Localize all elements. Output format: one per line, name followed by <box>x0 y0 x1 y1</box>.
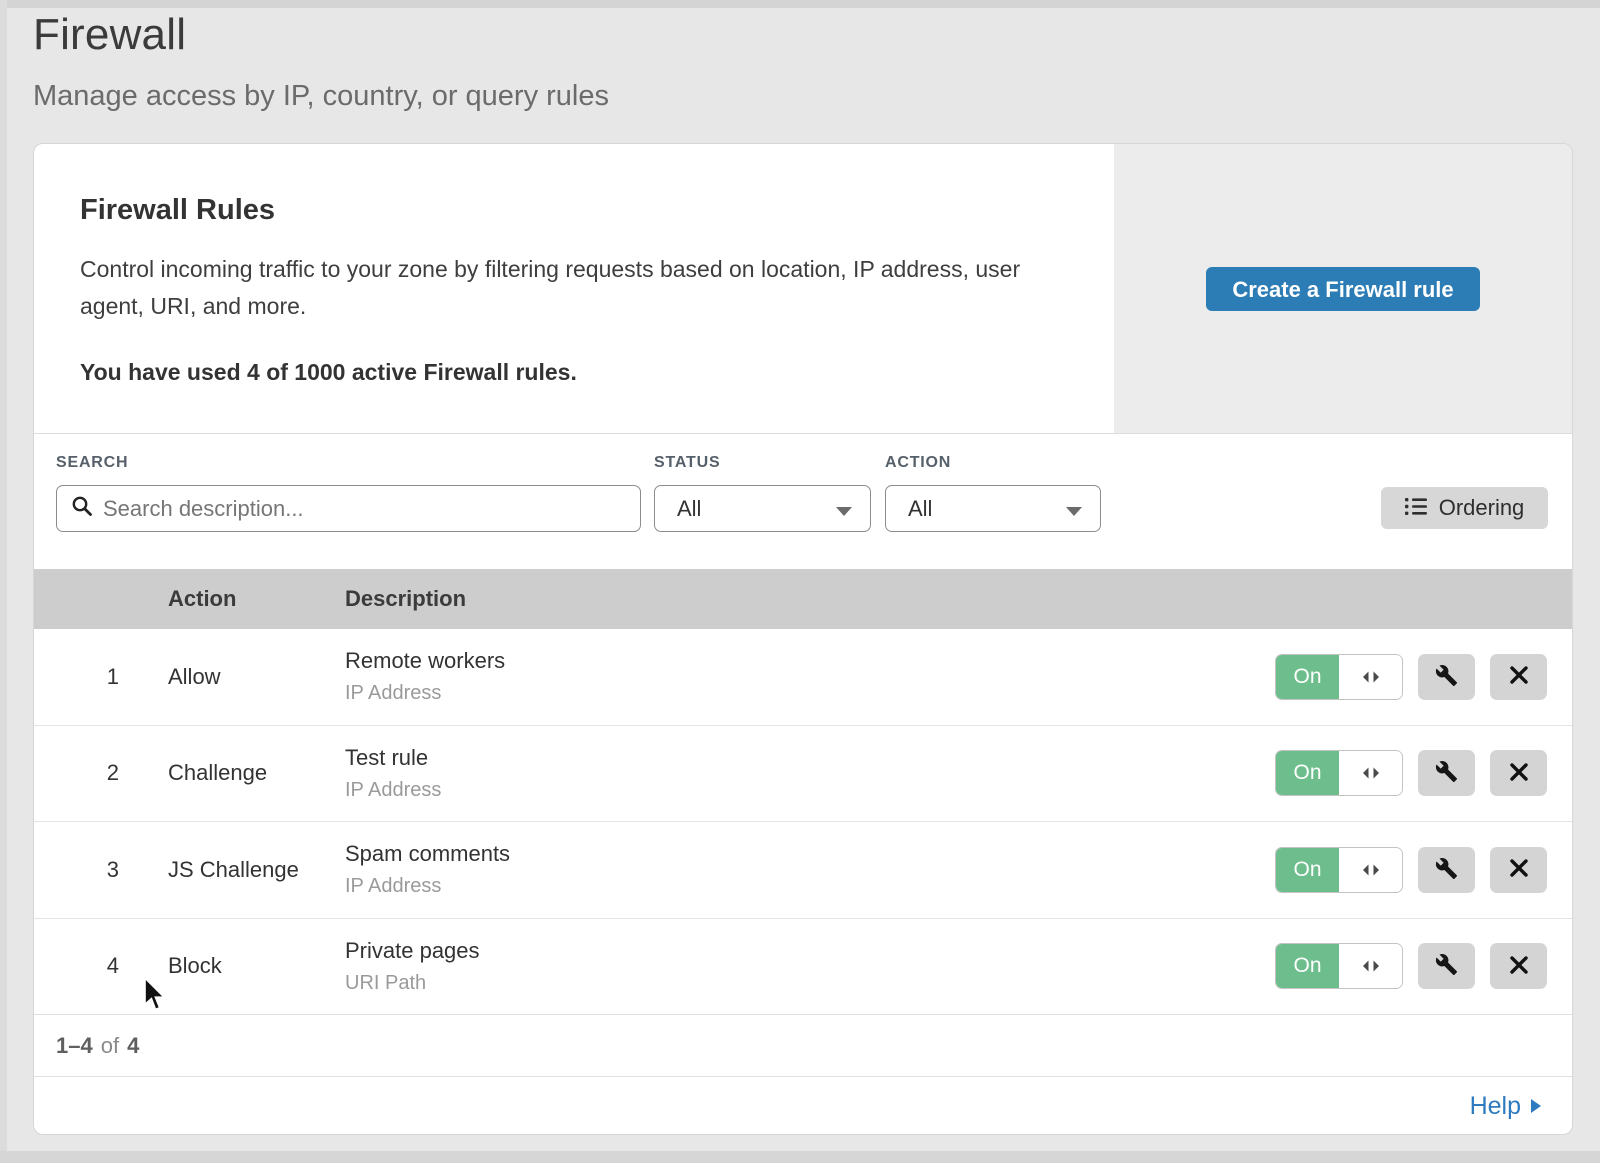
rules-summary-section: Firewall Rules Control incoming traffic … <box>34 144 1572 434</box>
wrench-icon <box>1435 760 1458 786</box>
rule-priority: 3 <box>34 857 119 883</box>
action-label: ACTION <box>885 454 951 472</box>
edit-rule-button[interactable] <box>1418 750 1475 796</box>
card-footer: Help <box>34 1076 1572 1135</box>
table-header-row: Action Description <box>34 569 1572 629</box>
close-icon <box>1509 858 1529 881</box>
search-label: SEARCH <box>56 454 128 472</box>
search-box <box>56 485 641 532</box>
window-top-edge <box>0 0 1600 8</box>
page-title: Firewall <box>33 10 609 60</box>
rule-priority: 4 <box>34 953 119 979</box>
delete-rule-button[interactable] <box>1490 750 1547 796</box>
pagination-bar: 1–4 of 4 <box>34 1014 1572 1076</box>
close-icon <box>1509 955 1529 978</box>
ordering-button[interactable]: Ordering <box>1381 487 1548 529</box>
rule-enabled-toggle[interactable]: On <box>1275 654 1403 700</box>
toggle-on-label: On <box>1276 848 1339 892</box>
create-rule-panel: Create a Firewall rule <box>1114 144 1572 433</box>
edit-rule-button[interactable] <box>1418 943 1475 989</box>
help-link[interactable]: Help <box>1470 1092 1542 1121</box>
list-icon <box>1405 495 1427 521</box>
action-select-value: All <box>908 496 932 522</box>
table-row: 4 Block Private pages URI Path On <box>34 918 1572 1015</box>
window-bottom-edge <box>0 1151 1600 1163</box>
delete-rule-button[interactable] <box>1490 943 1547 989</box>
toggle-on-label: On <box>1276 751 1339 795</box>
rule-description: Private pages <box>345 938 1275 964</box>
toggle-arrows-icon <box>1339 655 1402 699</box>
rule-enabled-toggle[interactable]: On <box>1275 847 1403 893</box>
rule-description: Remote workers <box>345 648 1275 674</box>
pagination-total: 4 <box>127 1033 139 1059</box>
rule-controls: On <box>1275 750 1547 796</box>
window-left-edge <box>0 0 7 1163</box>
rule-action: Block <box>168 953 345 979</box>
rule-description-cell: Spam comments IP Address <box>345 841 1275 898</box>
wrench-icon <box>1435 664 1458 690</box>
pagination-of: of <box>101 1033 119 1059</box>
rule-controls: On <box>1275 654 1547 700</box>
status-label: STATUS <box>654 454 720 472</box>
edit-rule-button[interactable] <box>1418 847 1475 893</box>
close-icon <box>1509 762 1529 785</box>
rule-description-cell: Test rule IP Address <box>345 745 1275 802</box>
search-input[interactable] <box>103 496 626 522</box>
rule-controls: On <box>1275 847 1547 893</box>
status-select-value: All <box>677 496 701 522</box>
rule-action: Allow <box>168 664 345 690</box>
rule-priority: 1 <box>34 664 119 690</box>
filters-bar: SEARCH STATUS All ACTION All <box>34 434 1572 569</box>
action-column-header: Action <box>168 586 345 612</box>
toggle-on-label: On <box>1276 944 1339 988</box>
rule-description-cell: Private pages URI Path <box>345 938 1275 995</box>
rules-info: Firewall Rules Control incoming traffic … <box>34 144 1064 386</box>
search-icon <box>71 495 93 522</box>
chevron-down-icon <box>836 496 852 522</box>
toggle-arrows-icon <box>1339 751 1402 795</box>
rules-usage-count: You have used 4 of 1000 active Firewall … <box>80 359 1064 386</box>
pagination-range: 1–4 <box>56 1033 93 1059</box>
rule-description-cell: Remote workers IP Address <box>345 648 1275 705</box>
firewall-page: Firewall Manage access by IP, country, o… <box>0 0 1600 1163</box>
rule-action: Challenge <box>168 760 345 786</box>
rule-field: IP Address <box>345 779 1275 802</box>
page-header: Firewall Manage access by IP, country, o… <box>33 10 609 113</box>
ordering-button-label: Ordering <box>1439 495 1525 521</box>
status-select[interactable]: All <box>654 485 871 532</box>
table-row: 3 JS Challenge Spam comments IP Address … <box>34 821 1572 918</box>
toggle-arrows-icon <box>1339 944 1402 988</box>
delete-rule-button[interactable] <box>1490 847 1547 893</box>
rules-table-body: 1 Allow Remote workers IP Address On <box>34 629 1572 1014</box>
rule-controls: On <box>1275 943 1547 989</box>
rule-action: JS Challenge <box>168 857 345 883</box>
rule-priority: 2 <box>34 760 119 786</box>
chevron-down-icon <box>1066 496 1082 522</box>
description-column-header: Description <box>345 586 1572 612</box>
rules-heading: Firewall Rules <box>80 194 1064 227</box>
toggle-arrows-icon <box>1339 848 1402 892</box>
rule-enabled-toggle[interactable]: On <box>1275 750 1403 796</box>
rules-description: Control incoming traffic to your zone by… <box>80 251 1040 325</box>
delete-rule-button[interactable] <box>1490 654 1547 700</box>
rule-description: Spam comments <box>345 841 1275 867</box>
arrow-right-icon <box>1531 1092 1542 1121</box>
rule-field: IP Address <box>345 875 1275 898</box>
rule-description: Test rule <box>345 745 1275 771</box>
wrench-icon <box>1435 953 1458 979</box>
action-select[interactable]: All <box>885 485 1101 532</box>
table-row: 1 Allow Remote workers IP Address On <box>34 629 1572 725</box>
close-icon <box>1509 665 1529 688</box>
page-subtitle: Manage access by IP, country, or query r… <box>33 80 609 113</box>
rule-field: IP Address <box>345 682 1275 705</box>
help-link-label: Help <box>1470 1092 1521 1121</box>
rule-enabled-toggle[interactable]: On <box>1275 943 1403 989</box>
rule-field: URI Path <box>345 972 1275 995</box>
table-row: 2 Challenge Test rule IP Address On <box>34 725 1572 822</box>
toggle-on-label: On <box>1276 655 1339 699</box>
wrench-icon <box>1435 857 1458 883</box>
firewall-rules-card: Firewall Rules Control incoming traffic … <box>33 143 1573 1135</box>
edit-rule-button[interactable] <box>1418 654 1475 700</box>
create-firewall-rule-button[interactable]: Create a Firewall rule <box>1206 267 1479 311</box>
